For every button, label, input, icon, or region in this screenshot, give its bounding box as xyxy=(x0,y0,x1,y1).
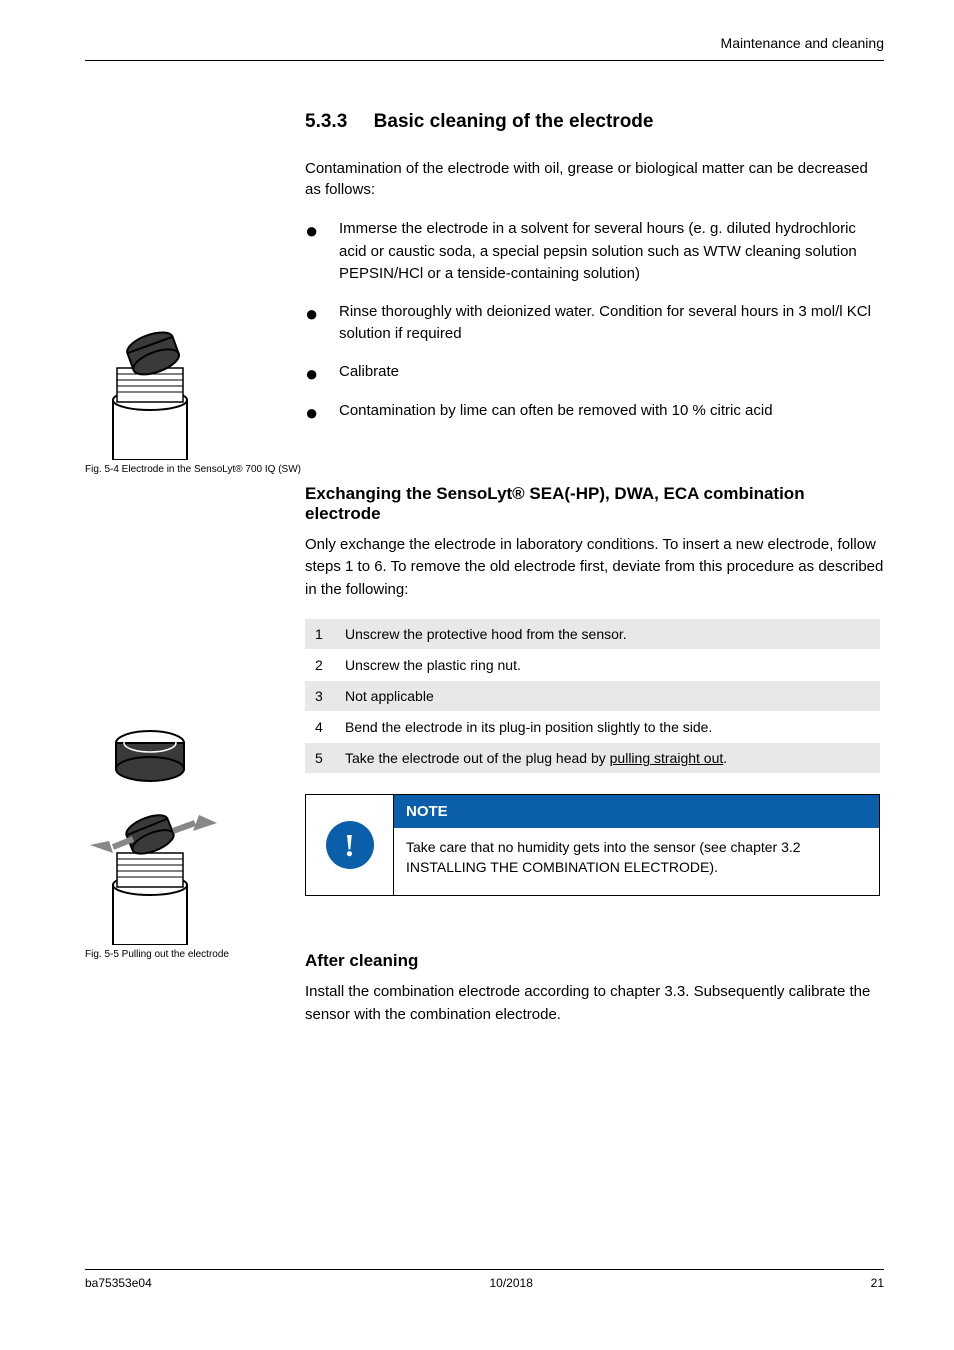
footer-left: ba75353e04 xyxy=(85,1276,152,1290)
step-number: 4 xyxy=(305,712,335,743)
section-title-text: Basic cleaning of the electrode xyxy=(374,111,654,132)
header-section-label: Maintenance and cleaning xyxy=(721,35,884,51)
figure-2-caption: Fig. 5-5 Pulling out the electrode xyxy=(85,949,229,960)
step-text: Unscrew the protective hood from the sen… xyxy=(335,619,880,650)
table-row: 1 Unscrew the protective hood from the s… xyxy=(305,619,880,650)
step-number: 5 xyxy=(305,743,335,774)
note-box: ! NOTE Take care that no humidity gets i… xyxy=(305,794,880,896)
electrode-illustration xyxy=(85,310,215,460)
step-text: Bend the electrode in its plug-in positi… xyxy=(335,712,880,743)
step-text: Not applicable xyxy=(335,681,880,712)
bullet-icon: ● xyxy=(305,361,339,385)
after-body: Install the combination electrode accord… xyxy=(305,981,884,1026)
list-item: ● Immerse the electrode in a solvent for… xyxy=(305,218,884,286)
footer-center: 10/2018 xyxy=(490,1276,533,1290)
bullet-text: Immerse the electrode in a solvent for s… xyxy=(339,218,884,286)
step-number: 2 xyxy=(305,650,335,681)
note-icon-cell: ! xyxy=(306,795,394,895)
figure-1-caption: Fig. 5-4 Electrode in the SensoLyt® 700 … xyxy=(85,464,301,475)
table-row: 4 Bend the electrode in its plug-in posi… xyxy=(305,712,880,743)
figure-1: Fig. 5-4 Electrode in the SensoLyt® 700 … xyxy=(85,310,301,475)
section-intro: Contamination of the electrode with oil,… xyxy=(305,158,884,200)
table-row: 3 Not applicable xyxy=(305,681,880,712)
step-number: 3 xyxy=(305,681,335,712)
bullet-text: Calibrate xyxy=(339,361,884,385)
list-item: ● Rinse thoroughly with deionized water.… xyxy=(305,301,884,346)
step-number: 1 xyxy=(305,619,335,650)
after-heading: After cleaning xyxy=(305,951,884,971)
list-item: ● Calibrate xyxy=(305,361,884,385)
bullet-icon: ● xyxy=(305,301,339,346)
subsection-heading: Exchanging the SensoLyt® SEA(-HP), DWA, … xyxy=(305,484,884,524)
note-header: NOTE xyxy=(394,795,879,828)
footer: ba75353e04 10/2018 21 xyxy=(85,1269,884,1290)
info-icon: ! xyxy=(326,821,374,869)
note-content: NOTE Take care that no humidity gets int… xyxy=(394,795,879,895)
step-text: Take the electrode out of the plug head … xyxy=(335,743,880,774)
section-heading: 5.3.3 Basic cleaning of the electrode xyxy=(305,111,884,133)
section-number: 5.3.3 xyxy=(305,111,347,132)
table-row: 2 Unscrew the plastic ring nut. xyxy=(305,650,880,681)
figure-2: Fig. 5-5 Pulling out the electrode xyxy=(85,715,229,960)
bullet-text: Contamination by lime can often be remov… xyxy=(339,400,884,424)
step5-suffix: . xyxy=(723,750,727,766)
table-row: 5 Take the electrode out of the plug hea… xyxy=(305,743,880,774)
step-text: Unscrew the plastic ring nut. xyxy=(335,650,880,681)
header-rule xyxy=(85,60,884,61)
bullet-text: Rinse thoroughly with deionized water. C… xyxy=(339,301,884,346)
bullet-list: ● Immerse the electrode in a solvent for… xyxy=(305,218,884,424)
subsection-body: Only exchange the electrode in laborator… xyxy=(305,534,884,602)
note-body: Take care that no humidity gets into the… xyxy=(394,828,879,895)
step5-prefix: Take the electrode out of the plug head … xyxy=(345,750,610,766)
footer-right: 21 xyxy=(871,1276,884,1290)
step5-underlined: pulling straight out xyxy=(610,750,724,766)
bullet-icon: ● xyxy=(305,218,339,286)
list-item: ● Contamination by lime can often be rem… xyxy=(305,400,884,424)
bullet-icon: ● xyxy=(305,400,339,424)
steps-table: 1 Unscrew the protective hood from the s… xyxy=(305,619,880,774)
pull-electrode-illustration xyxy=(85,715,225,945)
